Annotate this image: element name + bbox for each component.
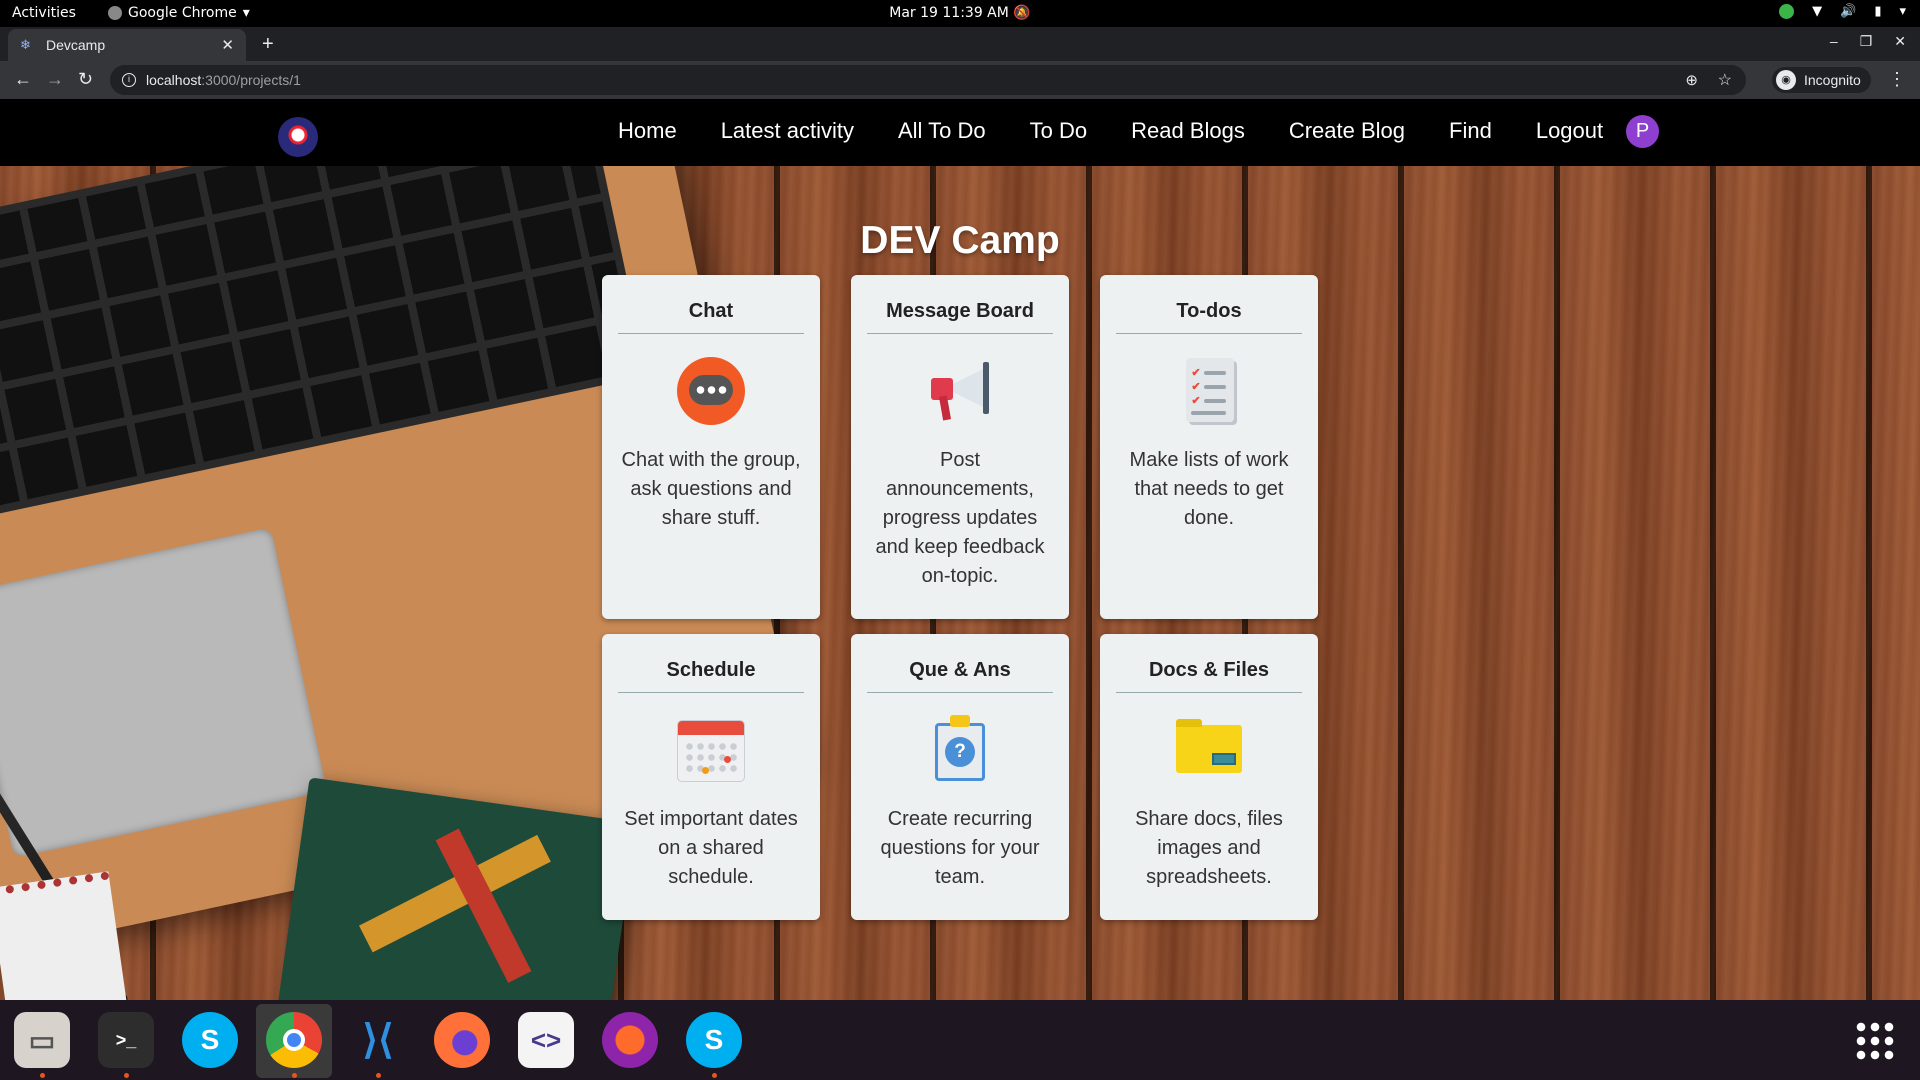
notifications-off-icon: 🔕 [1013,5,1031,21]
user-avatar[interactable]: P [1626,115,1659,148]
chrome-app-icon [108,6,122,20]
vscode-icon[interactable]: ⟩⟨ [350,1012,406,1078]
forward-arrow-icon[interactable]: → [46,69,64,90]
question-clipboard-icon: ? [925,715,995,785]
browser-tab[interactable]: ❄ Devcamp ✕ [8,29,246,61]
battery-icon: ▮ [1874,4,1882,19]
app-navbar: Home Latest activity All To Do To Do Rea… [0,99,1920,166]
card-title: Que & Ans [867,634,1053,693]
more-menu-icon[interactable]: ⋮ [1888,69,1906,90]
show-applications-icon[interactable] [1854,1020,1894,1060]
nav-home[interactable]: Home [596,117,699,145]
trackpad-decoration [0,527,328,858]
card-title: Schedule [618,634,804,693]
card-to-dos[interactable]: To-dos ✔ ✔ ✔ Make lists of work that nee… [1100,275,1318,619]
card-message-board[interactable]: Message Board Post announcements, progre… [851,275,1069,619]
card-description: Chat with the group, ask questions and s… [621,449,801,529]
nav-links: Home Latest activity All To Do To Do Rea… [596,117,1625,145]
firefox-icon[interactable] [434,1012,490,1068]
chat-icon [676,356,746,426]
card-description: Make lists of work that needs to get don… [1129,449,1289,529]
card-title: Message Board [867,275,1053,334]
card-que-ans[interactable]: Que & Ans ? Create recurring questions f… [851,634,1069,920]
card-schedule[interactable]: Schedule Set important dates on a shared… [602,634,820,920]
close-tab-icon[interactable]: ✕ [221,36,234,54]
page-title: DEV Camp [860,219,1060,262]
page-viewport: Home Latest activity All To Do To Do Rea… [0,99,1920,1000]
browser-toolbar: ← → ↻ i localhost:3000/projects/1 ⊕ ☆ ◉ … [0,61,1920,99]
volume-icon: 🔊 [1840,4,1857,19]
terminal-icon[interactable]: >_ [98,1012,154,1078]
incognito-profile-chip[interactable]: ◉ Incognito [1772,67,1871,93]
ubuntu-dock: ▭ >_ S ⟩⟨ <> S [0,1000,1920,1080]
card-description: Post announcements, progress updates and… [875,449,1045,587]
new-tab-button[interactable]: + [262,33,274,56]
app-menu[interactable]: Google Chrome ▾ [108,5,250,21]
activities-button[interactable]: Activities [12,5,76,21]
chevron-down-icon: ▾ [1899,4,1906,19]
site-info-icon[interactable]: i [122,73,136,87]
firefox-dev-icon[interactable] [602,1012,658,1068]
zoom-icon[interactable]: ⊕ [1685,71,1698,89]
rocket-logo-icon[interactable] [278,117,318,157]
close-window-icon[interactable]: ✕ [1894,33,1906,50]
profile-label: Incognito [1804,72,1861,88]
system-tray[interactable]: ▼ 🔊 ▮ ▾ [1779,4,1906,19]
clock[interactable]: Mar 19 11:39 AM [889,5,1009,21]
back-arrow-icon[interactable]: ← [14,69,32,90]
skype-icon[interactable]: S [182,1012,238,1068]
folder-icon [1174,715,1244,785]
app-menu-label: Google Chrome [128,5,237,21]
bookmark-star-icon[interactable]: ☆ [1718,70,1732,90]
nav-to-do[interactable]: To Do [1008,117,1109,145]
url-host: localhost [146,72,202,88]
notepad-decoration [0,871,131,1000]
chrome-icon[interactable] [266,1012,322,1078]
nav-create-blog[interactable]: Create Blog [1267,117,1427,145]
card-description: Create recurring questions for your team… [880,808,1040,888]
devcamp-favicon-icon: ❄ [20,37,31,52]
card-title: Docs & Files [1116,634,1302,693]
tab-title: Devcamp [46,37,106,53]
incognito-icon: ◉ [1776,70,1796,90]
gnome-top-bar: Activities Google Chrome ▾ Mar 19 11:39 … [0,0,1920,27]
megaphone-icon [925,356,995,426]
card-title: Chat [618,275,804,334]
card-description: Set important dates on a shared schedule… [624,808,798,888]
security-shield-icon [1779,4,1795,19]
url-path: :3000/projects/1 [201,72,301,88]
code-editor-icon[interactable]: <> [518,1012,574,1068]
wifi-icon: ▼ [1812,4,1823,19]
address-bar[interactable]: i localhost:3000/projects/1 ⊕ ☆ [110,65,1746,95]
card-docs-files[interactable]: Docs & Files Share docs, files images an… [1100,634,1318,920]
nav-all-to-do[interactable]: All To Do [876,117,1008,145]
card-description: Share docs, files images and spreadsheet… [1135,808,1283,888]
card-chat[interactable]: Chat Chat with the group, ask questions … [602,275,820,619]
caret-down-icon: ▾ [242,5,250,21]
browser-tab-strip: ❄ Devcamp ✕ + – ❐ ✕ [0,27,1920,61]
nav-latest-activity[interactable]: Latest activity [699,117,876,145]
skype-icon[interactable]: S [686,1012,742,1078]
nav-logout[interactable]: Logout [1514,117,1625,145]
checklist-icon: ✔ ✔ ✔ [1174,356,1244,426]
reload-icon[interactable]: ↻ [78,69,93,90]
calendar-icon [676,715,746,785]
project-tools-grid: Chat Chat with the group, ask questions … [602,275,1318,921]
card-title: To-dos [1116,275,1302,334]
minimize-icon[interactable]: – [1830,33,1838,50]
nav-read-blogs[interactable]: Read Blogs [1109,117,1267,145]
restore-icon[interactable]: ❐ [1860,33,1873,50]
files-icon[interactable]: ▭ [14,1012,70,1078]
nav-find[interactable]: Find [1427,117,1514,145]
